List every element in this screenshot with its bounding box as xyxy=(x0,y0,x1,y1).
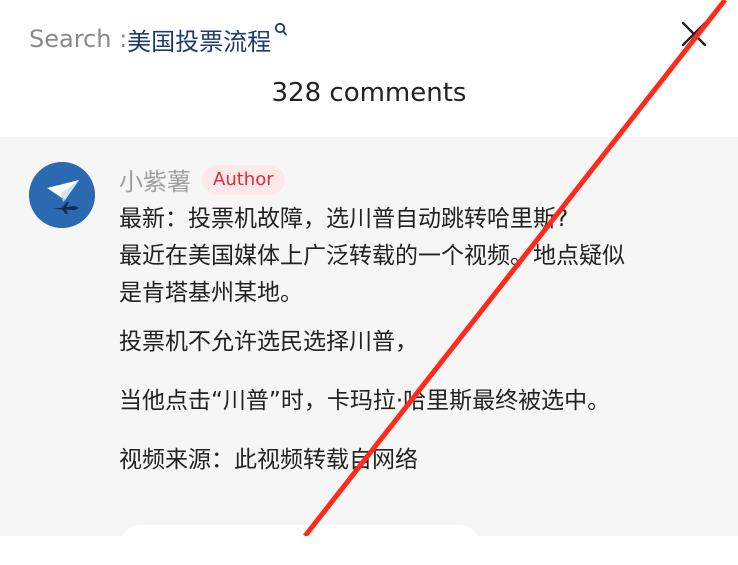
search-keyword[interactable]: 美国投票流程 xyxy=(127,22,271,57)
comment-line: 最近在美国媒体上广泛转载的一个视频。地点疑似 xyxy=(119,243,625,269)
comment-line: 视频来源：此视频转载自网络 xyxy=(119,447,418,473)
comments-header: Search : 美国投票流程 328 comments xyxy=(0,0,738,137)
search-icon xyxy=(274,22,288,40)
search-prefix: Search : xyxy=(29,25,128,53)
search-query[interactable]: Search : 美国投票流程 xyxy=(29,22,288,56)
comment-line: 最新：投票机故障，选川普自动跳转哈里斯? xyxy=(119,206,569,232)
reply-box[interactable] xyxy=(120,525,480,565)
comments-count: 328 comments xyxy=(271,78,467,108)
comment-item: 小紫薯 Author 最新：投票机故障，选川普自动跳转哈里斯? 最近在美国媒体上… xyxy=(0,137,738,565)
comment-line: 投票机不允许选民选择川普， xyxy=(119,329,418,355)
close-icon xyxy=(681,21,707,47)
author-row: 小紫薯 Author xyxy=(119,162,285,197)
close-button[interactable] xyxy=(679,19,709,49)
author-badge: Author xyxy=(202,164,285,195)
comment-text: 最新：投票机故障，选川普自动跳转哈里斯? 最近在美国媒体上广泛转载的一个视频。地… xyxy=(119,201,709,479)
avatar[interactable] xyxy=(29,162,95,228)
comment-line: 是肯塔基州某地。 xyxy=(119,280,303,306)
author-name[interactable]: 小紫薯 xyxy=(119,162,191,197)
comment-line: 当他点击“川普”时，卡玛拉·哈里斯最终被选中。 xyxy=(119,388,611,414)
